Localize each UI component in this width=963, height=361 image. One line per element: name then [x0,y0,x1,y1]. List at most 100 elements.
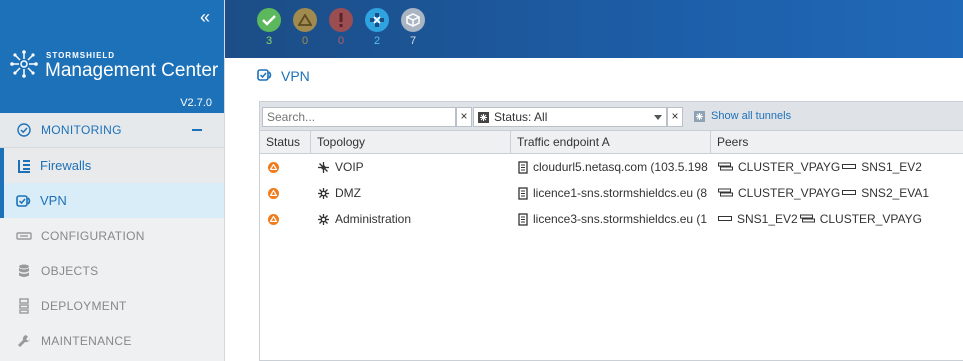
topology-name: VOIP [335,160,364,174]
status-error-count: 0 [337,35,345,47]
nav-vpn[interactable]: VPN [0,183,224,218]
status-warning-count: 0 [301,35,309,47]
filter-icon [478,111,489,123]
nav-maintenance-label: MAINTENANCE [41,333,132,348]
nav-monitoring[interactable]: MONITORING [0,113,224,148]
brand-small-text: STORMSHIELD [46,51,116,60]
nav-deployment-label: DEPLOYMENT [41,298,127,313]
topology-cell: Administration [317,206,507,232]
peers-cell: CLUSTER_VPAYG SNS2_EVA1 [718,180,963,206]
vpn-icon [257,68,273,84]
vpn-icon [16,193,32,209]
table-row[interactable]: DMZ licence1-sns.stormshieldcs.eu (8 CLU… [260,180,963,206]
endpoint-cell: cloudurl5.netasq.com (103.5.198 [518,154,711,180]
nav-configuration-label: CONFIGURATION [41,228,145,243]
peer-name: SNS1_EV2 [737,212,798,226]
peers-cell: CLUSTER_VPAYG SNS1_EV2 [718,154,963,180]
topology-name: DMZ [335,186,361,200]
nav-configuration[interactable]: CONFIGURATION [0,218,224,253]
collapse-sidebar-button[interactable]: « [200,8,210,26]
firewall-icon [842,189,857,197]
peer-name: CLUSTER_VPAYG [738,160,841,174]
stormshield-logo-icon [10,50,38,78]
nav-firewalls[interactable]: Firewalls [0,148,224,183]
status-filter-select[interactable]: Status: All [473,107,667,127]
column-topology[interactable]: Topology [311,131,511,154]
nav-objects[interactable]: OBJECTS [0,253,224,288]
endpoint-cell: licence1-sns.stormshieldcs.eu (8 [518,180,711,206]
warning-icon [293,8,317,32]
peers-cell: SNS1_EV2 CLUSTER_VPAYG [718,206,963,232]
sidebar: « STORMSHIELD Management Center V2.7.0 M… [0,0,225,361]
show-tunnels-icon [694,110,705,122]
topology-cell: VOIP [317,154,507,180]
column-status[interactable]: Status [260,131,311,154]
table-row[interactable]: Administration licence3-sns.stormshieldc… [260,206,963,232]
nav-objects-label: OBJECTS [41,263,99,278]
endpoint-cell: licence3-sns.stormshieldcs.eu (1 [518,206,711,232]
status-warning-icon [268,154,279,180]
endpoint-text: licence3-sns.stormshieldcs.eu (1 [533,212,708,226]
top-header: 3 0 0 2 7 [225,0,963,58]
show-all-tunnels-label: Show all tunnels [711,110,792,122]
endpoint-text: licence1-sns.stormshieldcs.eu (8 [533,186,708,200]
firewall-list-icon [16,158,32,174]
column-peers[interactable]: Peers [711,131,963,154]
status-warning-indicator[interactable]: 0 [292,8,318,47]
peer-name: SNS1_EV2 [861,160,922,174]
status-unknown-indicator[interactable]: 7 [400,8,426,47]
search-input[interactable] [262,107,456,127]
endpoint-text: cloudurl5.netasq.com (103.5.198 [533,160,708,174]
cluster-icon [718,188,733,198]
status-warning-icon [268,206,279,232]
firewall-icon [842,163,857,171]
vpn-panel: × Status: All × Show all tunnels Status … [259,101,963,361]
status-unknown-count: 7 [409,35,417,47]
hub-icon [317,161,330,174]
nav-maintenance[interactable]: MAINTENANCE [0,323,224,358]
status-ok-count: 3 [265,35,273,47]
nav-vpn-label: VPN [40,193,67,208]
nav-deployment[interactable]: DEPLOYMENT [0,288,224,323]
peer-name: SNS2_EVA1 [861,186,930,200]
firewall-device-icon [518,212,528,226]
status-disconnected-indicator[interactable]: 2 [364,8,390,47]
brand-header: « STORMSHIELD Management Center V2.7.0 [0,0,224,113]
topology-name: Administration [335,212,412,226]
deployment-icon [16,297,32,314]
table-header: Status Topology Traffic endpoint A Peers [260,131,963,154]
check-circle-icon [16,122,32,138]
peer-name: CLUSTER_VPAYG [819,212,922,226]
database-icon [16,263,32,279]
mesh-icon [317,213,330,226]
check-icon [257,8,281,32]
cluster-icon [718,162,733,172]
table-row[interactable]: VOIP cloudurl5.netasq.com (103.5.198 CLU… [260,154,963,180]
firewall-device-icon [518,160,528,174]
version-label: V2.7.0 [180,97,212,109]
peer-name: CLUSTER_VPAYG [738,186,841,200]
nav-monitoring-label: MONITORING [41,123,122,137]
status-disconnected-count: 2 [373,35,381,47]
firewall-icon [718,215,732,223]
wrench-icon [16,333,32,349]
cube-icon [401,8,425,32]
nav-firewalls-label: Firewalls [40,158,92,173]
brand-name: Management Center [45,60,219,81]
page-title: VPN [257,68,310,84]
clear-status-filter-button[interactable]: × [667,107,683,127]
column-traffic-endpoint-a[interactable]: Traffic endpoint A [511,131,711,154]
topology-cell: DMZ [317,180,507,206]
cluster-icon [799,214,815,224]
firewall-device-icon [518,186,528,200]
status-ok-indicator[interactable]: 3 [256,8,282,47]
page-title-text: VPN [281,68,310,84]
status-error-indicator[interactable]: 0 [328,8,354,47]
collapse-section-icon[interactable] [192,129,202,131]
error-icon [329,8,353,32]
config-icon [16,228,32,244]
clear-search-button[interactable]: × [456,107,472,127]
status-filter-value: Status: All [494,110,548,124]
show-all-tunnels-toggle[interactable]: Show all tunnels [694,110,791,122]
toolbar: × Status: All × Show all tunnels [260,102,963,131]
